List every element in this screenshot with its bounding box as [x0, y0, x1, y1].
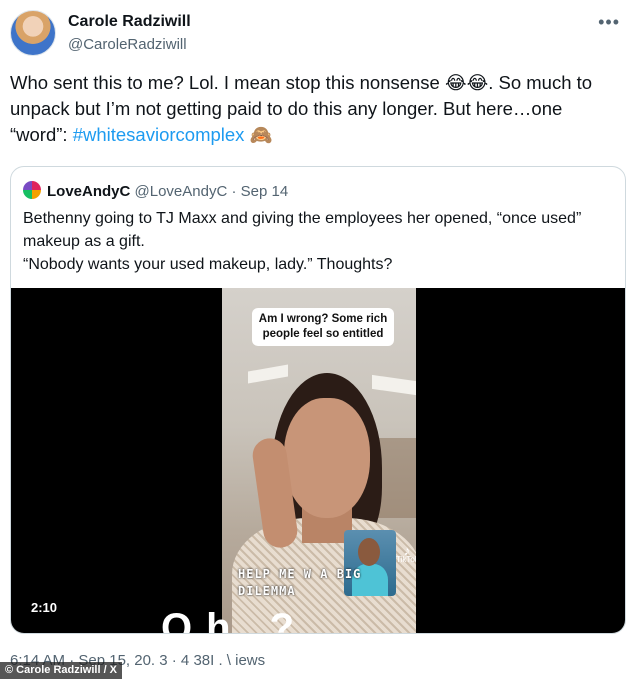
quoted-text-line-2: “Nobody wants your used makeup, lady.” T… — [23, 256, 393, 273]
quoted-date[interactable]: Sep 14 — [241, 183, 289, 200]
quoted-text-line-1: Bethenny going to TJ Maxx and giving the… — [23, 210, 582, 250]
quoted-tweet[interactable]: LoveAndyC @LoveAndyC · Sep 14 Bethenny g… — [10, 166, 626, 634]
ceiling-light — [248, 364, 288, 384]
quoted-author-avatar[interactable] — [23, 181, 41, 199]
tiktok-label: TikTok — [396, 555, 416, 564]
video-caption: Am I wrong? Some rich people feel so ent… — [252, 308, 394, 346]
video-subtitle: Oh ? — [161, 606, 309, 634]
tiktok-watermark: ♪ TikTok — [396, 543, 416, 564]
person-face — [284, 398, 370, 518]
quoted-date-separator: · — [227, 183, 241, 200]
author-name[interactable]: Carole Radziwill — [68, 13, 191, 31]
video-frame[interactable]: Am I wrong? Some rich people feel so ent… — [222, 288, 416, 633]
video-player[interactable]: Am I wrong? Some rich people feel so ent… — [11, 288, 625, 634]
ceiling-light — [372, 374, 416, 396]
author-avatar[interactable] — [10, 10, 56, 56]
video-duration: 2:10 — [31, 600, 58, 615]
inset-person-head — [358, 538, 380, 566]
hashtag-link[interactable]: #whitesaviorcomplex — [73, 124, 245, 145]
quoted-author-name[interactable]: LoveAndyC — [47, 183, 130, 200]
photo-credit: © Carole Radziwill / X — [0, 662, 123, 679]
more-icon[interactable]: ••• — [598, 12, 620, 33]
video-overlay-text: HELP ME W A BIG DILEMMA — [238, 567, 362, 598]
quoted-tweet-header: LoveAndyC @LoveAndyC · Sep 14 — [23, 181, 288, 200]
tweet-emoji: 🙈 — [244, 124, 273, 145]
author-handle[interactable]: @CaroleRadziwill — [68, 36, 187, 53]
tweet-header: Carole Radziwill @CaroleRadziwill ••• — [10, 10, 624, 58]
quoted-author-handle[interactable]: @LoveAndyC — [135, 183, 228, 200]
quoted-tweet-text: Bethenny going to TJ Maxx and giving the… — [23, 207, 613, 276]
tiktok-icon: ♪ — [403, 543, 411, 558]
tweet-text: Who sent this to me? Lol. I mean stop th… — [10, 70, 610, 148]
